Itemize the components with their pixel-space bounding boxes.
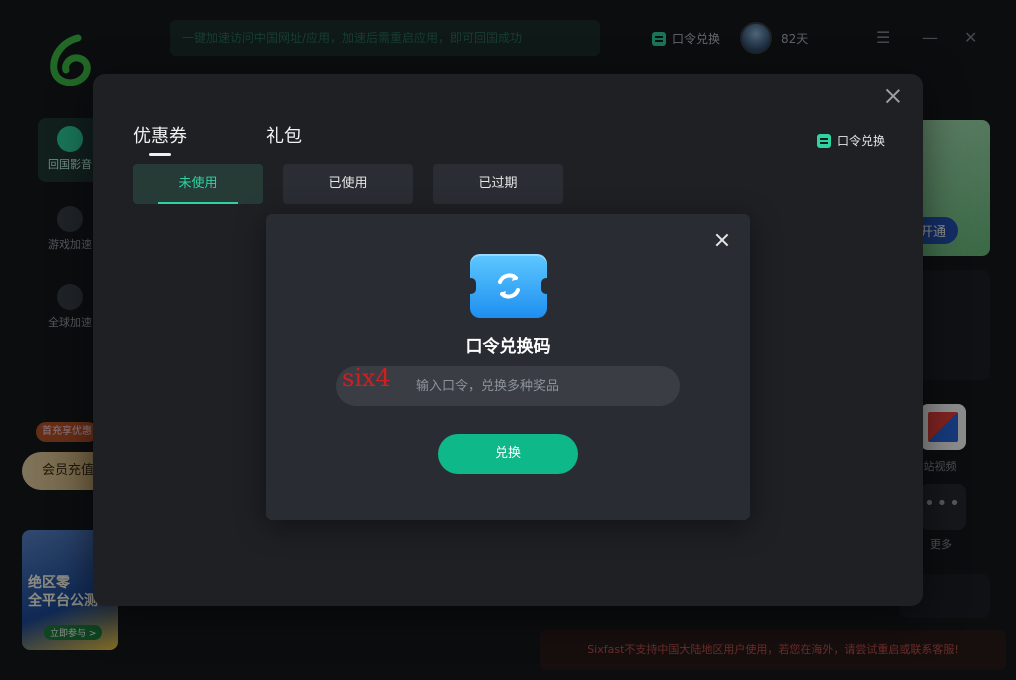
redeem-icon xyxy=(816,133,831,148)
tab-gifts[interactable]: 礼包 xyxy=(266,122,302,148)
dialog-close-icon[interactable] xyxy=(714,232,730,248)
subtab-expired[interactable]: 已过期 xyxy=(433,164,563,204)
dialog-title: 口令兑换码 xyxy=(465,337,551,357)
tab-coupons[interactable]: 优惠券 xyxy=(133,122,187,156)
redeem-dialog: 口令兑换码 six4 兑换 xyxy=(266,214,750,520)
exchange-button[interactable]: 兑换 xyxy=(438,434,578,474)
ticket-icon xyxy=(466,254,551,318)
redeem-code-input[interactable] xyxy=(336,366,680,406)
redeem-code-label: 口令兑换 xyxy=(836,134,885,148)
redeem-code-button[interactable]: 口令兑换 xyxy=(816,132,885,149)
close-icon[interactable] xyxy=(883,86,903,106)
subtab-used[interactable]: 已使用 xyxy=(283,164,413,204)
subtab-unused[interactable]: 未使用 xyxy=(133,164,263,204)
